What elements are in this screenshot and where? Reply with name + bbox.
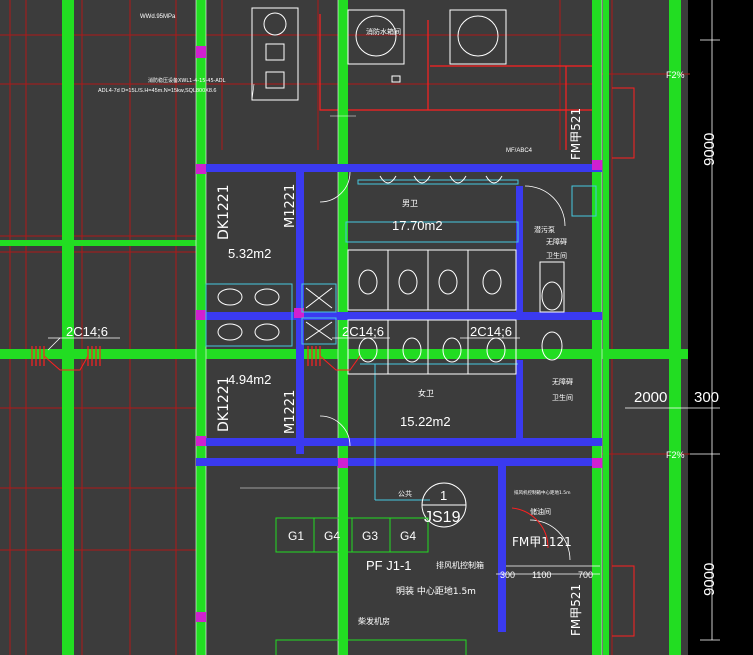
acc-upper-1: 无障碍: [546, 237, 567, 246]
m-upper-label: M1221: [283, 184, 298, 228]
acc-upper-2: 卫生间: [546, 251, 567, 260]
dimension-9000-top: 9000: [701, 133, 718, 166]
fm-top-label: FM甲521: [569, 108, 583, 160]
sub-dim-3: 700: [578, 570, 593, 580]
outer-margin: [688, 0, 753, 655]
fire-room-label: 柴发机房: [358, 616, 390, 626]
men-room: 男卫: [402, 199, 418, 208]
acc-lower-1: 无障碍: [552, 377, 573, 386]
g-box-2: G4: [324, 529, 340, 543]
beam-right-label: 2C14;6: [470, 324, 512, 339]
dk-upper-label: DK1221: [216, 184, 232, 240]
sub-dim-2: 1100: [532, 570, 551, 580]
m-lower-label: M1221: [283, 390, 298, 434]
spec-line: ADL4-7d D=15L/S.H=45m.N=15kw,SQL800X8.6: [98, 88, 216, 94]
women-room: 女卫: [418, 388, 434, 398]
detail-ref: JS19: [424, 509, 461, 526]
women-area: 15.22m2: [400, 414, 451, 429]
cad-floor-plan: WWd.95MPa 消防稳压设备XWL1-4-15-45-ADL ADL4-7d…: [0, 0, 753, 655]
mount-note: 明装 中心距地1.5m: [396, 585, 476, 597]
pf-label: PF J1-1: [366, 558, 412, 573]
spec-line-top: 消防稳压设备XWL1-4-15-45-ADL: [148, 77, 226, 84]
men-area: 17.70m2: [392, 218, 443, 233]
note-top: WWd.95MPa: [140, 14, 176, 20]
pump-label: 潜污泵: [534, 225, 555, 234]
g-box-4: G4: [400, 529, 416, 543]
janitor-area-lower: 4.94m2: [228, 372, 271, 387]
beam-mid-label: 2C14;6: [342, 324, 384, 339]
vent-label: MF/ABC4: [506, 148, 533, 154]
tank-label: 消防水箱间: [366, 27, 401, 36]
dimension-2000: 2000: [634, 389, 667, 406]
room-tag: 储油间: [530, 507, 551, 516]
slope-top: F2%: [666, 70, 685, 80]
fm-bottom-label: FM甲521: [569, 584, 583, 636]
janitor-area-upper: 5.32m2: [228, 246, 271, 261]
beam-left-label: 2C14;6: [66, 324, 108, 339]
corridor-label: 公共: [398, 489, 412, 498]
small-note-right: 排风机控制箱中心距地1.5m: [514, 489, 571, 496]
fan-control-box: 排风机控制箱: [436, 560, 484, 570]
g-box-1: G1: [288, 529, 304, 543]
acc-lower-2: 卫生间: [552, 393, 573, 402]
fm-room-label: FM甲1121: [512, 535, 572, 549]
detail-number: 1: [440, 488, 447, 503]
dimension-300: 300: [694, 389, 719, 406]
sub-dim-1: 300: [500, 570, 515, 580]
dimension-9000-bottom: 9000: [701, 563, 718, 596]
g-box-3: G3: [362, 529, 378, 543]
slope-bottom: F2%: [666, 450, 685, 460]
